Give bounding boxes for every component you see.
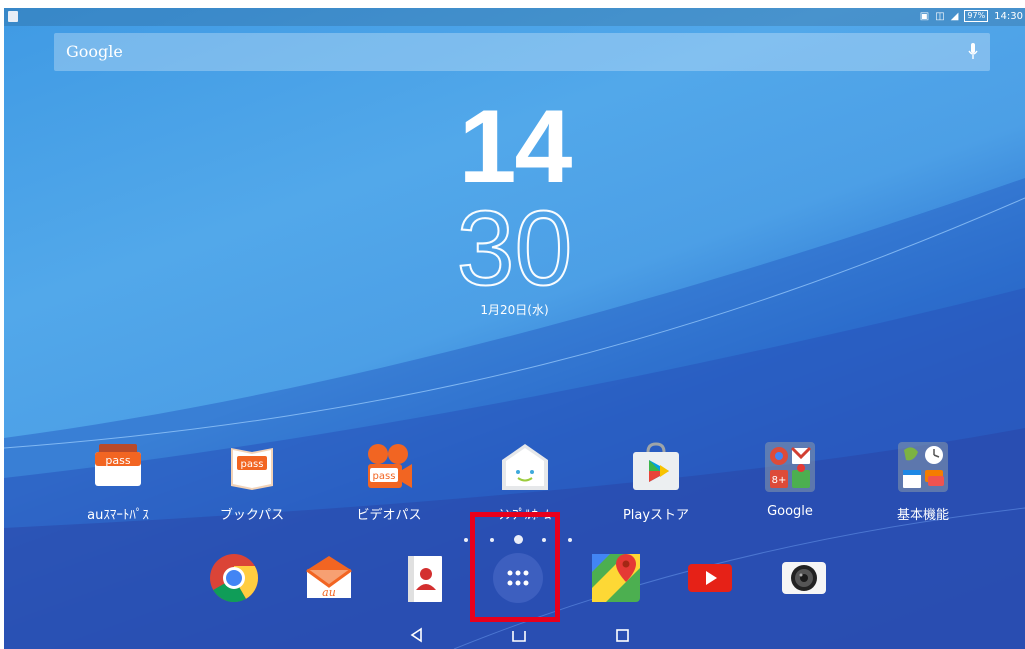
app-label: auｽﾏｰﾄﾊﾟｽ xyxy=(87,508,149,523)
youtube-icon[interactable] xyxy=(680,548,740,608)
app-google-folder[interactable]: 8+ Google xyxy=(740,440,840,519)
chrome-icon[interactable] xyxy=(204,548,264,608)
clock-hour[interactable]: 14 xyxy=(4,92,1025,202)
simple-home-icon xyxy=(502,444,548,490)
page-dot xyxy=(568,538,572,542)
google-search-label: Google xyxy=(66,42,123,61)
contacts-icon[interactable] xyxy=(394,548,454,608)
clock-minute-value: 30 xyxy=(456,189,574,309)
camera-icon[interactable] xyxy=(774,548,834,608)
app-label: Google xyxy=(767,504,813,519)
app-label: ブックパス xyxy=(219,508,285,523)
google-folder-icon: 8+ xyxy=(765,442,815,492)
mic-icon[interactable] xyxy=(968,42,978,62)
vibrate-icon: ◫ xyxy=(935,10,945,22)
app-basic-functions-folder[interactable]: 基本機能 xyxy=(873,440,973,523)
nfc-icon: ▣ xyxy=(919,10,930,22)
app-book-pass[interactable]: pass ブックパス xyxy=(202,440,302,523)
play-store-icon xyxy=(633,442,679,490)
page-dot xyxy=(464,538,468,542)
video-pass-icon-text: pass xyxy=(373,471,396,482)
app-label: Playストア xyxy=(622,508,690,523)
signal-icon: ◢ xyxy=(950,10,959,22)
battery-indicator: 97% xyxy=(964,10,989,22)
au-mail-icon-text: au xyxy=(322,586,336,599)
highlight-box-app-drawer xyxy=(470,512,560,622)
book-pass-icon-text: pass xyxy=(241,459,264,470)
home-icon[interactable] xyxy=(509,625,529,645)
status-bar: ▣ ◫ ◢ 97% 14:30 xyxy=(4,8,1025,26)
video-pass-icon: pass xyxy=(368,444,412,488)
clock-minute[interactable]: 30 xyxy=(4,189,1025,309)
recent-apps-icon[interactable] xyxy=(613,625,633,645)
app-play-store[interactable]: Playストア xyxy=(606,440,706,523)
basic-functions-folder-icon xyxy=(898,442,948,492)
app-label: ビデオパス xyxy=(356,508,422,523)
clock-date: 1月20日(水) xyxy=(480,303,549,317)
au-mail-icon[interactable]: au xyxy=(299,548,359,608)
status-time: 14:30 xyxy=(994,10,1023,22)
app-video-pass[interactable]: pass ビデオパス xyxy=(339,440,439,523)
maps-icon[interactable] xyxy=(586,548,646,608)
notification-icon xyxy=(8,11,18,22)
navigation-bar xyxy=(4,620,1025,649)
app-label: 基本機能 xyxy=(896,508,949,523)
google-folder-icon-text: 8+ xyxy=(772,475,787,486)
au-smart-pass-icon-text: pass xyxy=(105,454,130,467)
google-search-bar[interactable]: Google xyxy=(54,33,990,71)
back-icon[interactable] xyxy=(407,625,427,645)
app-simple-home[interactable]: ｼﾝﾌﾟﾙﾎｰﾑ xyxy=(475,440,575,523)
au-smart-pass-icon: pass xyxy=(95,444,141,486)
app-au-smart-pass[interactable]: pass auｽﾏｰﾄﾊﾟｽ xyxy=(68,440,168,523)
book-pass-icon: pass xyxy=(231,448,273,490)
